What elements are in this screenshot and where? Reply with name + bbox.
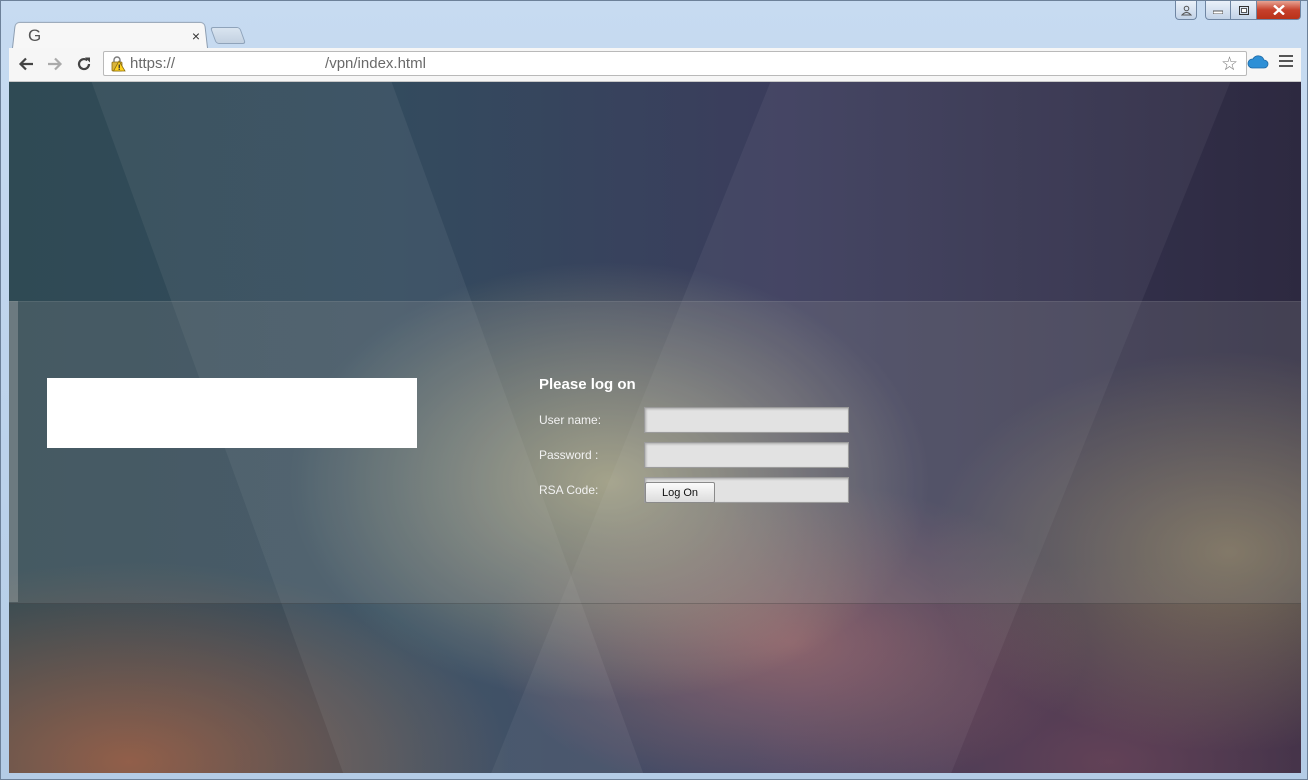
window-controls — [1175, 1, 1301, 21]
logo-placeholder — [47, 378, 417, 448]
forward-button[interactable] — [43, 52, 67, 76]
username-row: User name: — [539, 407, 859, 442]
user-profile-button[interactable] — [1175, 1, 1197, 20]
address-bar[interactable]: https:// /vpn/index.html ☆ — [103, 51, 1247, 76]
browser-toolbar: https:// /vpn/index.html ☆ — [9, 48, 1301, 82]
back-icon — [18, 57, 33, 71]
login-form: Please log on User name: Password : RSA … — [539, 376, 859, 512]
close-icon — [1272, 5, 1285, 15]
page-viewport: Please log on User name: Password : RSA … — [9, 82, 1301, 773]
user-icon — [1180, 5, 1192, 15]
bookmark-star-icon[interactable]: ☆ — [1221, 53, 1238, 76]
back-button[interactable] — [14, 52, 38, 76]
url-scheme: https:// — [130, 55, 176, 72]
login-band-edge — [9, 301, 18, 602]
login-title: Please log on — [539, 376, 636, 393]
maximize-button[interactable] — [1231, 1, 1257, 20]
cloud-icon[interactable] — [1247, 55, 1269, 69]
tab-close-icon[interactable]: × — [192, 28, 200, 44]
menu-icon[interactable] — [1279, 55, 1293, 69]
browser-tab-content: G × — [12, 22, 208, 49]
username-input[interactable] — [644, 407, 849, 433]
maximize-icon — [1238, 5, 1249, 15]
tab-favicon: G — [28, 25, 42, 45]
password-input[interactable] — [644, 442, 849, 468]
username-label: User name: — [539, 413, 602, 427]
minimize-button[interactable] — [1205, 1, 1231, 20]
forward-icon — [48, 57, 63, 71]
reload-icon — [77, 57, 91, 71]
password-row: Password : — [539, 442, 859, 477]
url-path: /vpn/index.html — [325, 55, 426, 72]
reload-button[interactable] — [72, 52, 96, 76]
log-on-button[interactable]: Log On — [645, 482, 715, 503]
warning-lock-icon[interactable] — [110, 55, 126, 72]
browser-window: G × https:// /vpn/index.html ☆ Please lo… — [0, 0, 1308, 780]
minimize-icon — [1213, 10, 1223, 14]
rsa-code-label: RSA Code: — [539, 483, 599, 497]
password-label: Password : — [539, 448, 599, 462]
window-close-button[interactable] — [1257, 1, 1301, 20]
new-tab-button[interactable] — [209, 27, 247, 44]
